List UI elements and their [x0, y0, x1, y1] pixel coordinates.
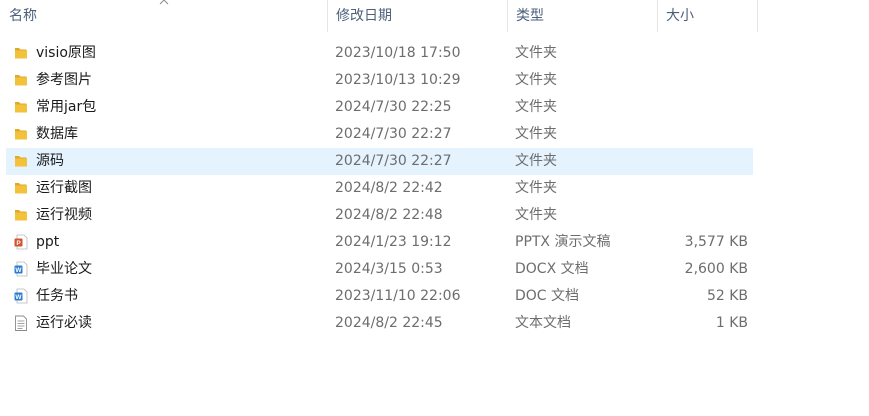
file-name: 参考图片 — [36, 72, 92, 88]
file-name: visio原图 — [36, 45, 96, 61]
file-row[interactable]: 参考图片 2023/10/13 10:29 文件夹 — [6, 67, 753, 94]
file-size — [641, 94, 748, 121]
file-row[interactable]: 常用jar包 2024/7/30 22:25 文件夹 — [6, 94, 753, 121]
file-size: 3,577 KB — [684, 234, 748, 250]
column-header-bar: 名称 修改日期 类型 大小 — [0, 0, 869, 32]
folder-icon — [14, 72, 28, 88]
file-type: 文件夹 — [515, 99, 557, 115]
pptx-file-icon: P — [14, 234, 28, 250]
file-name: 运行视频 — [36, 207, 92, 223]
file-size: 52 KB — [706, 288, 748, 304]
svg-text:P: P — [16, 240, 21, 247]
file-size: 1 KB — [715, 315, 748, 331]
file-type: 文件夹 — [515, 72, 557, 88]
file-size — [641, 202, 748, 229]
file-row[interactable]: 运行截图 2024/8/2 22:42 文件夹 — [6, 175, 753, 202]
file-name: 运行必读 — [36, 315, 92, 331]
file-type: 文件夹 — [515, 126, 557, 142]
text-file-icon — [14, 315, 28, 331]
file-row[interactable]: 数据库 2024/7/30 22:27 文件夹 — [6, 121, 753, 148]
file-name: 常用jar包 — [36, 99, 97, 115]
file-row[interactable]: 源码 2024/7/30 22:27 文件夹 — [6, 148, 753, 175]
file-type: 文件夹 — [515, 153, 557, 169]
file-date: 2024/8/2 22:48 — [335, 207, 443, 223]
docx-file-icon: W — [14, 261, 28, 277]
file-date: 2024/7/30 22:25 — [335, 99, 452, 115]
file-date: 2024/7/30 22:27 — [335, 153, 452, 169]
file-row[interactable]: 运行必读 2024/8/2 22:45 文本文档 1 KB — [6, 310, 753, 337]
column-header-name[interactable]: 名称 — [0, 0, 327, 32]
column-divider[interactable] — [757, 0, 758, 32]
file-type: PPTX 演示文稿 — [515, 234, 611, 250]
folder-icon — [14, 99, 28, 115]
column-header-size[interactable]: 大小 — [657, 0, 757, 32]
file-name: ppt — [36, 234, 60, 250]
file-size — [641, 67, 748, 94]
file-type: DOCX 文档 — [515, 261, 589, 277]
file-type: DOC 文档 — [515, 288, 580, 304]
file-row[interactable]: Pppt 2024/1/23 19:12 PPTX 演示文稿 3,577 KB — [6, 229, 753, 256]
svg-text:W: W — [15, 294, 22, 301]
file-date: 2024/1/23 19:12 — [335, 234, 452, 250]
column-header-type[interactable]: 类型 — [507, 0, 657, 32]
file-name: 源码 — [36, 153, 64, 169]
file-date: 2023/10/13 10:29 — [335, 72, 461, 88]
file-size: 2,600 KB — [684, 261, 748, 277]
file-size — [641, 148, 748, 175]
file-date: 2023/10/18 17:50 — [335, 45, 461, 61]
column-header-date[interactable]: 修改日期 — [327, 0, 507, 32]
file-date: 2023/11/10 22:06 — [335, 288, 461, 304]
file-name: 任务书 — [36, 288, 78, 304]
folder-icon — [14, 126, 28, 142]
doc-file-icon: W — [14, 288, 28, 304]
file-size — [641, 40, 748, 67]
file-type: 文件夹 — [515, 180, 557, 196]
folder-icon — [14, 45, 28, 61]
file-name: 数据库 — [36, 126, 78, 142]
file-row[interactable]: 运行视频 2024/8/2 22:48 文件夹 — [6, 202, 753, 229]
file-date: 2024/3/15 0:53 — [335, 261, 443, 277]
file-type: 文件夹 — [515, 45, 557, 61]
file-row[interactable]: visio原图 2023/10/18 17:50 文件夹 — [6, 40, 753, 67]
file-type: 文本文档 — [515, 315, 571, 331]
file-row[interactable]: W 任务书 2023/11/10 22:06 DOC 文档 52 KB — [6, 283, 753, 310]
folder-icon — [14, 207, 28, 223]
file-row[interactable]: W 毕业论文 2024/3/15 0:53 DOCX 文档 2,600 KB — [6, 256, 753, 283]
file-date: 2024/7/30 22:27 — [335, 126, 452, 142]
file-date: 2024/8/2 22:45 — [335, 315, 443, 331]
folder-icon — [14, 180, 28, 196]
svg-text:W: W — [15, 267, 22, 274]
file-name: 运行截图 — [36, 180, 92, 196]
file-type: 文件夹 — [515, 207, 557, 223]
file-date: 2024/8/2 22:42 — [335, 180, 443, 196]
folder-icon — [14, 153, 28, 169]
file-size — [641, 121, 748, 148]
file-name: 毕业论文 — [36, 261, 92, 277]
file-size — [641, 175, 748, 202]
